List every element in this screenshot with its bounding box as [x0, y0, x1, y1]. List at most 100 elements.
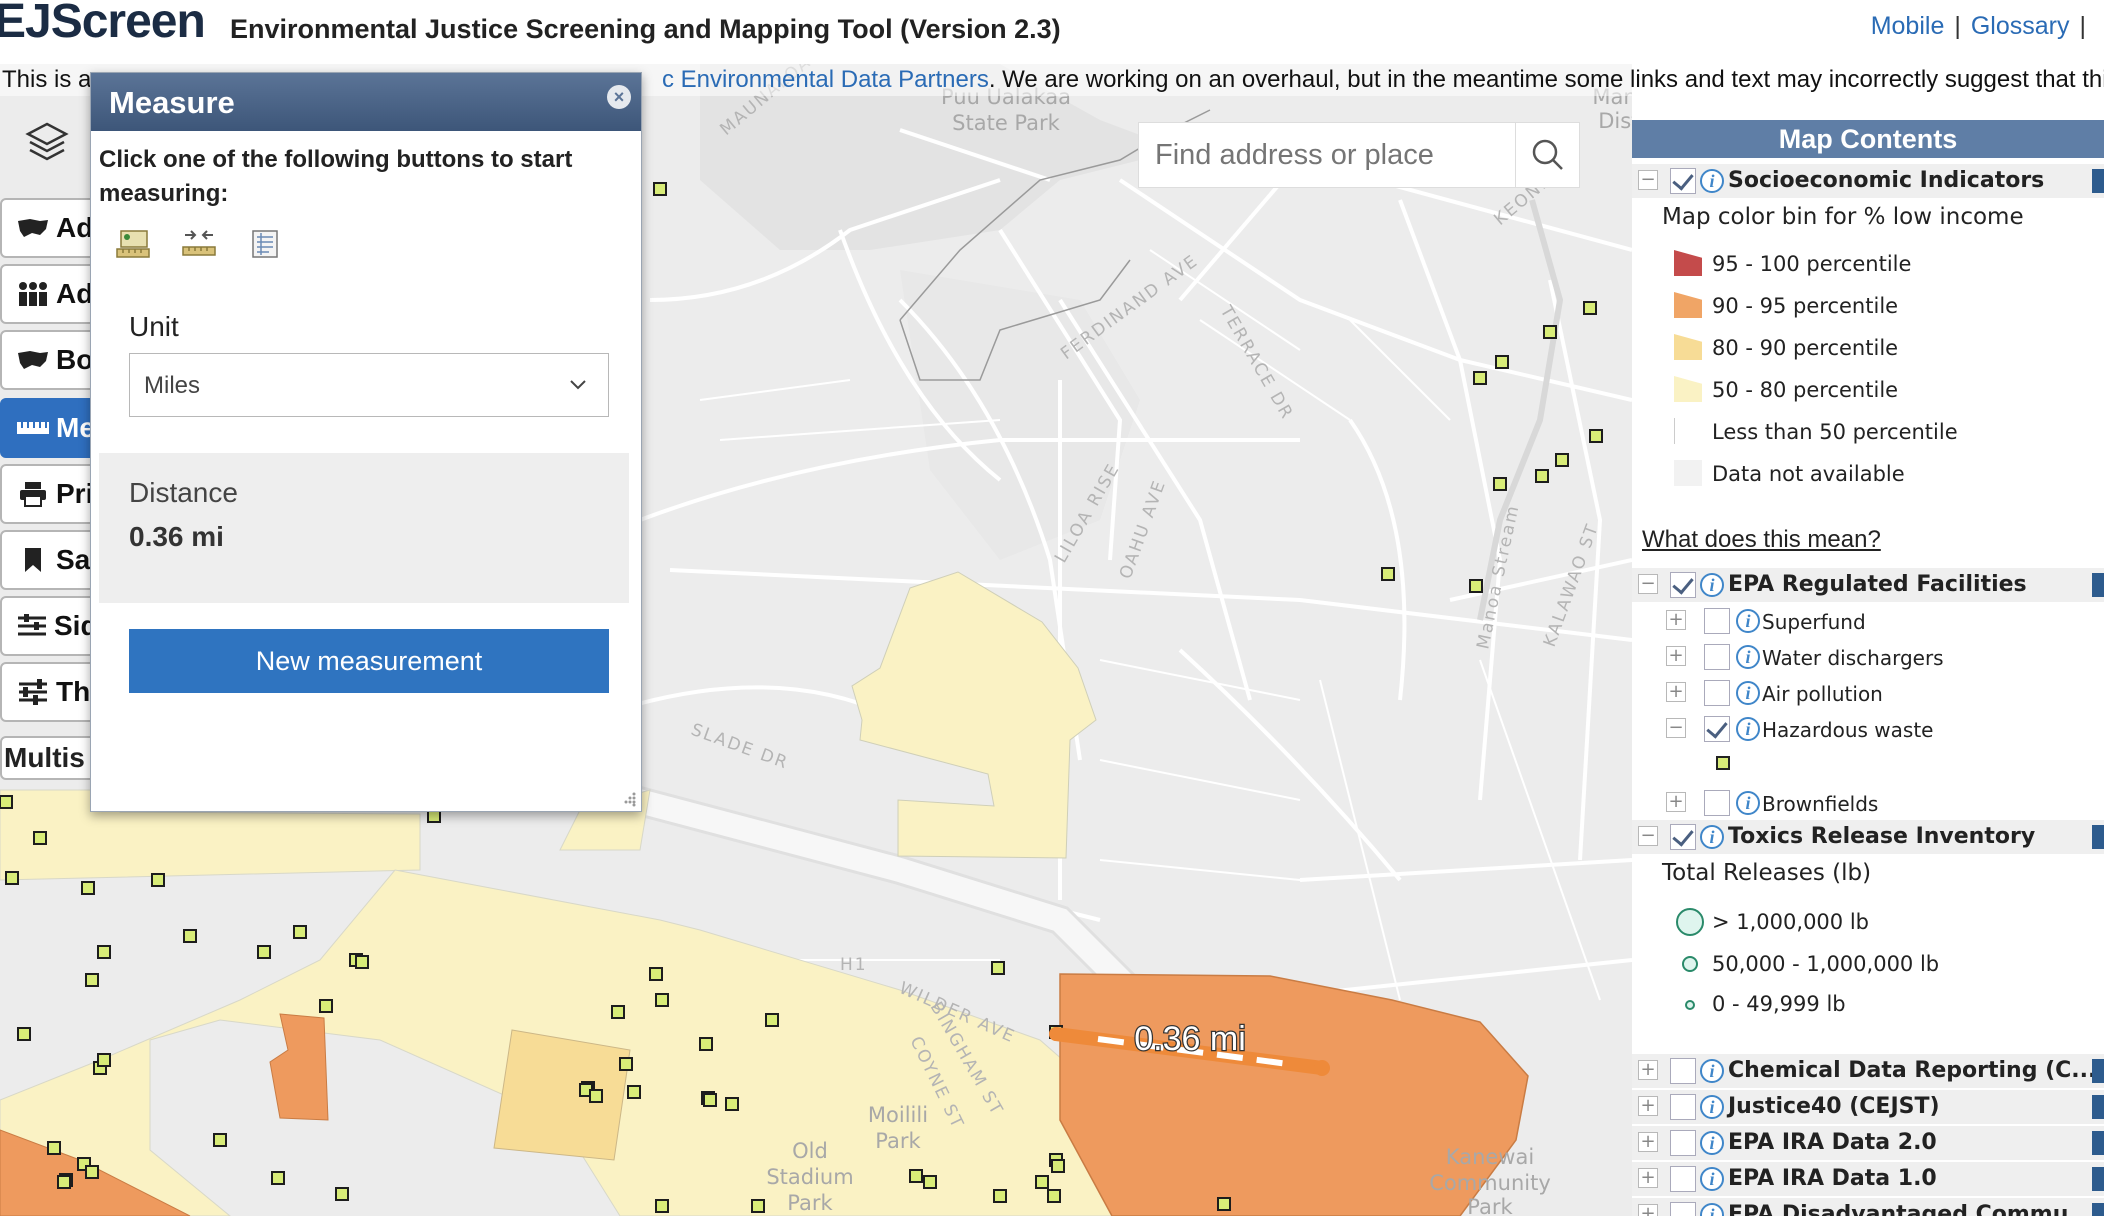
layers-button[interactable] — [22, 118, 72, 168]
collapse-icon[interactable]: − — [1666, 718, 1686, 738]
layer-label: EPA Regulated Facilities — [1728, 572, 2027, 597]
search-icon — [1532, 139, 1563, 170]
collapse-icon[interactable]: − — [1638, 826, 1658, 846]
expand-icon[interactable]: + — [1666, 682, 1686, 702]
measure-panel-header[interactable]: Measure × — [91, 73, 641, 131]
info-icon[interactable]: i — [1736, 645, 1760, 669]
banner-rest: c Environmental Data Partners. We are wo… — [662, 66, 2104, 94]
info-icon[interactable]: i — [1736, 791, 1760, 815]
info-icon[interactable]: i — [1700, 1059, 1724, 1083]
layer-group-socioeconomic: − i Socioeconomic Indicators — [1632, 164, 2104, 198]
expand-icon[interactable]: + — [1638, 1132, 1658, 1152]
tool-button-threshold[interactable]: Th — [0, 662, 96, 722]
new-measurement-button[interactable]: New measurement — [129, 629, 609, 693]
tool-button-multisite[interactable]: Multis — [0, 736, 96, 780]
place-label: Park — [1467, 1195, 1513, 1216]
legend-label: Less than 50 percentile — [1712, 420, 1958, 444]
what-does-this-mean-link[interactable]: What does this mean? — [1642, 526, 1881, 554]
legend-label: 50,000 - 1,000,000 lb — [1712, 952, 1940, 976]
info-icon[interactable]: i — [1700, 1095, 1724, 1119]
tool-button-measure[interactable]: Me — [0, 398, 96, 458]
location-tool-button[interactable] — [243, 221, 287, 265]
checkbox-chemical-data[interactable] — [1670, 1058, 1696, 1084]
layer-label: Hazardous waste — [1762, 718, 1934, 742]
info-icon[interactable]: i — [1736, 717, 1760, 741]
expand-tab-icon[interactable] — [2092, 1203, 2104, 1216]
layer-group-ira-2: + i EPA IRA Data 2.0 — [1632, 1126, 2104, 1160]
expand-icon[interactable]: + — [1666, 792, 1686, 812]
info-icon[interactable]: i — [1700, 1203, 1724, 1216]
mobile-link[interactable]: Mobile — [1871, 12, 1945, 40]
expand-icon[interactable]: + — [1638, 1204, 1658, 1216]
info-icon[interactable]: i — [1700, 1131, 1724, 1155]
tool-button-print[interactable]: Pri — [0, 464, 96, 524]
info-icon[interactable]: i — [1736, 609, 1760, 633]
unit-select[interactable]: Miles — [129, 353, 609, 417]
search-input[interactable] — [1139, 123, 1557, 187]
tool-button-ad-2[interactable]: Ad — [0, 264, 96, 324]
checkbox-air-pollution[interactable] — [1704, 680, 1730, 706]
checkbox-epa-facilities[interactable] — [1670, 572, 1696, 598]
tool-button-ad-1[interactable]: Ad — [0, 198, 96, 258]
distance-label: Distance — [129, 477, 238, 508]
info-icon[interactable]: i — [1700, 1167, 1724, 1191]
legend-swatch-less-50 — [1674, 418, 1702, 444]
distance-tool-button[interactable] — [177, 221, 221, 265]
search-button[interactable] — [1515, 123, 1579, 187]
expand-icon[interactable]: + — [1666, 610, 1686, 630]
checkbox-justice40[interactable] — [1670, 1094, 1696, 1120]
tool-label: Th — [56, 676, 91, 707]
legend-swatch-90-95 — [1674, 292, 1702, 318]
us-map-icon — [16, 211, 50, 245]
resize-grip-icon[interactable] — [621, 791, 637, 807]
info-icon[interactable]: i — [1736, 681, 1760, 705]
expand-tab-icon[interactable] — [2092, 169, 2104, 193]
collapse-icon[interactable]: − — [1638, 574, 1658, 594]
glossary-link[interactable]: Glossary — [1971, 12, 2070, 40]
tool-button-save[interactable]: Sa — [0, 530, 96, 590]
expand-tab-icon[interactable] — [2092, 825, 2104, 849]
expand-icon[interactable]: + — [1638, 1168, 1658, 1188]
expand-icon[interactable]: + — [1666, 646, 1686, 666]
info-icon[interactable]: i — [1700, 573, 1724, 597]
checkbox-ira-1[interactable] — [1670, 1166, 1696, 1192]
partners-link[interactable]: c Environmental Data Partners — [662, 66, 989, 93]
side-by-side-icon — [16, 609, 48, 643]
tool-button-side[interactable]: Sid — [0, 596, 96, 656]
collapse-icon[interactable]: − — [1638, 170, 1658, 190]
checkbox-socioeconomic[interactable] — [1670, 168, 1696, 194]
expand-tab-icon[interactable] — [2092, 1167, 2104, 1191]
chevron-down-icon — [570, 380, 586, 390]
legend-label: 0 - 49,999 lb — [1712, 992, 1846, 1016]
close-button[interactable]: × — [607, 85, 631, 109]
info-icon[interactable]: i — [1700, 825, 1724, 849]
layer-label: EPA IRA Data 1.0 — [1728, 1166, 1937, 1191]
banner-lead: This is a — [2, 66, 92, 93]
checkbox-water-dischargers[interactable] — [1704, 644, 1730, 670]
app-logo[interactable]: EJScreen — [0, 0, 206, 49]
expand-tab-icon[interactable] — [2092, 1059, 2104, 1083]
info-icon[interactable]: i — [1700, 169, 1724, 193]
checkbox-ira-2[interactable] — [1670, 1130, 1696, 1156]
layer-label: Socioeconomic Indicators — [1728, 168, 2045, 193]
header-bar: EJScreen Environmental Justice Screening… — [0, 0, 2104, 58]
checkbox-tri[interactable] — [1670, 824, 1696, 850]
checkbox-disadvantaged[interactable] — [1670, 1202, 1696, 1216]
layer-item-hazardous-waste: − i Hazardous waste — [1632, 712, 2104, 746]
tool-button-bo[interactable]: Bo — [0, 330, 96, 390]
checkbox-brownfields[interactable] — [1704, 790, 1730, 816]
place-label: Park — [787, 1191, 833, 1215]
expand-tab-icon[interactable] — [2092, 1131, 2104, 1155]
tri-caption: Total Releases (lb) — [1662, 860, 1872, 886]
place-label: Park — [875, 1129, 921, 1153]
checkbox-hazardous-waste[interactable] — [1704, 716, 1730, 742]
tool-label: Ad — [56, 212, 94, 243]
checkbox-superfund[interactable] — [1704, 608, 1730, 634]
distance-value: 0.36 mi — [129, 521, 224, 552]
expand-icon[interactable]: + — [1638, 1060, 1658, 1080]
expand-tab-icon[interactable] — [2092, 573, 2104, 597]
area-tool-button[interactable] — [111, 221, 155, 265]
expand-icon[interactable]: + — [1638, 1096, 1658, 1116]
layer-label: Brownfields — [1762, 792, 1879, 816]
expand-tab-icon[interactable] — [2092, 1095, 2104, 1119]
